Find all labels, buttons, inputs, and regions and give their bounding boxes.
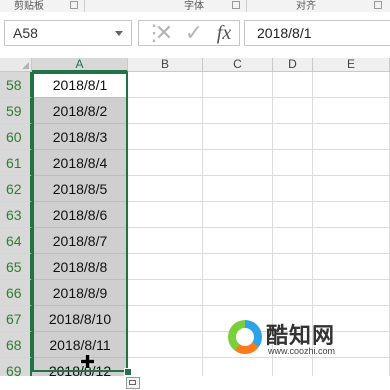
cell-a[interactable]: 2018/8/8 bbox=[32, 254, 128, 280]
row-header[interactable]: 68 bbox=[0, 332, 32, 358]
grid-cell[interactable] bbox=[313, 176, 390, 202]
ribbon-group-font: 字体 bbox=[184, 1, 204, 12]
grid-cell[interactable] bbox=[203, 124, 273, 150]
grid-cell[interactable] bbox=[273, 202, 313, 228]
cell-a[interactable]: 2018/8/5 bbox=[32, 176, 128, 202]
ribbon-separator bbox=[84, 0, 85, 12]
row-header[interactable]: 62 bbox=[0, 176, 32, 202]
insert-function-icon[interactable]: fx bbox=[211, 21, 237, 45]
row-header[interactable]: 61 bbox=[0, 150, 32, 176]
clipboard-launcher-icon[interactable] bbox=[70, 1, 78, 9]
grid-cell[interactable] bbox=[128, 72, 203, 98]
formula-input[interactable]: 2018/8/1 bbox=[244, 20, 390, 46]
grid-cell[interactable] bbox=[313, 280, 390, 306]
grid-cell[interactable] bbox=[313, 98, 390, 124]
coozhi-logo-icon bbox=[228, 320, 262, 354]
column-header-d[interactable]: D bbox=[273, 58, 313, 72]
column-header-a[interactable]: A bbox=[32, 58, 128, 72]
grid-cell[interactable] bbox=[128, 176, 203, 202]
row-header[interactable]: 59 bbox=[0, 98, 32, 124]
row-header[interactable]: 58 bbox=[0, 72, 32, 98]
cell-a[interactable]: 2018/8/9 bbox=[32, 280, 128, 306]
font-launcher-icon[interactable] bbox=[232, 1, 240, 9]
grid-cell[interactable] bbox=[128, 254, 203, 280]
row-header[interactable]: 65 bbox=[0, 254, 32, 280]
grid-cell[interactable] bbox=[128, 332, 203, 358]
grid-cell[interactable] bbox=[313, 254, 390, 280]
formula-bar: A58 ⋮ ✕ ✓ fx 2018/8/1 bbox=[0, 12, 390, 59]
cell-a[interactable]: 2018/8/4 bbox=[32, 150, 128, 176]
enter-icon[interactable]: ✓ bbox=[181, 21, 207, 45]
cell-a[interactable]: 2018/8/2 bbox=[32, 98, 128, 124]
grid-cell[interactable] bbox=[203, 228, 273, 254]
fill-handle[interactable] bbox=[124, 368, 132, 376]
grid-cell[interactable] bbox=[273, 150, 313, 176]
grid-cell[interactable] bbox=[128, 124, 203, 150]
grid-cell[interactable] bbox=[313, 228, 390, 254]
ribbon-group-alignment: 对齐 bbox=[296, 1, 316, 12]
grid-cell[interactable] bbox=[203, 202, 273, 228]
grid-cell[interactable] bbox=[203, 150, 273, 176]
column-header-b[interactable]: B bbox=[128, 58, 203, 72]
grid-cell[interactable] bbox=[128, 202, 203, 228]
column-header-e[interactable]: E bbox=[313, 58, 390, 72]
grid-cell[interactable] bbox=[313, 72, 390, 98]
grid-cell[interactable] bbox=[203, 280, 273, 306]
grid-cell[interactable] bbox=[203, 176, 273, 202]
grid-bottom bbox=[0, 376, 390, 390]
grid-cell[interactable] bbox=[313, 150, 390, 176]
grid-cell[interactable] bbox=[128, 280, 203, 306]
grid-cell[interactable] bbox=[128, 150, 203, 176]
row-header[interactable]: 67 bbox=[0, 306, 32, 332]
grid-cell[interactable] bbox=[128, 228, 203, 254]
grid-cell[interactable] bbox=[203, 254, 273, 280]
grid-cell[interactable] bbox=[203, 72, 273, 98]
grid-cell[interactable] bbox=[128, 98, 203, 124]
quick-analysis-icon[interactable] bbox=[126, 377, 140, 389]
chevron-down-icon[interactable] bbox=[115, 31, 123, 36]
column-header-c[interactable]: C bbox=[203, 58, 273, 72]
cell-a[interactable]: 2018/8/6 bbox=[32, 202, 128, 228]
ribbon-group-clipboard: 剪贴板 bbox=[14, 1, 44, 12]
cell-a[interactable]: 2018/8/3 bbox=[32, 124, 128, 150]
watermark-url: www.coozhi.com bbox=[268, 346, 336, 356]
grid-cell[interactable] bbox=[203, 98, 273, 124]
alignment-launcher-icon[interactable] bbox=[374, 1, 382, 9]
cell-a[interactable]: 2018/8/10 bbox=[32, 306, 128, 332]
cell-a[interactable]: 2018/8/1 bbox=[32, 72, 128, 98]
row-header[interactable]: 60 bbox=[0, 124, 32, 150]
ribbon-separator bbox=[246, 0, 247, 12]
row-header[interactable]: 66 bbox=[0, 280, 32, 306]
cell-a[interactable]: 2018/8/7 bbox=[32, 228, 128, 254]
grid-cell[interactable] bbox=[273, 254, 313, 280]
fill-cursor-icon: ✚ bbox=[80, 352, 96, 372]
row-header[interactable]: 64 bbox=[0, 228, 32, 254]
watermark: 酷知网 www.coozhi.com bbox=[228, 318, 388, 358]
grid-cell[interactable] bbox=[273, 124, 313, 150]
name-box[interactable]: A58 bbox=[4, 20, 132, 46]
grid-cell[interactable] bbox=[313, 124, 390, 150]
grid-cell[interactable] bbox=[273, 176, 313, 202]
grid-cell[interactable] bbox=[273, 280, 313, 306]
cancel-icon[interactable]: ✕ bbox=[151, 21, 177, 45]
formula-buttons: ⋮ ✕ ✓ fx bbox=[138, 20, 240, 46]
grid-cell[interactable] bbox=[313, 202, 390, 228]
name-box-value: A58 bbox=[13, 25, 38, 41]
grid-cell[interactable] bbox=[273, 72, 313, 98]
row-header[interactable]: 63 bbox=[0, 202, 32, 228]
grid-cell[interactable] bbox=[273, 228, 313, 254]
select-all-corner[interactable] bbox=[0, 58, 32, 72]
grid-cell[interactable] bbox=[273, 98, 313, 124]
grid-cell[interactable] bbox=[128, 306, 203, 332]
